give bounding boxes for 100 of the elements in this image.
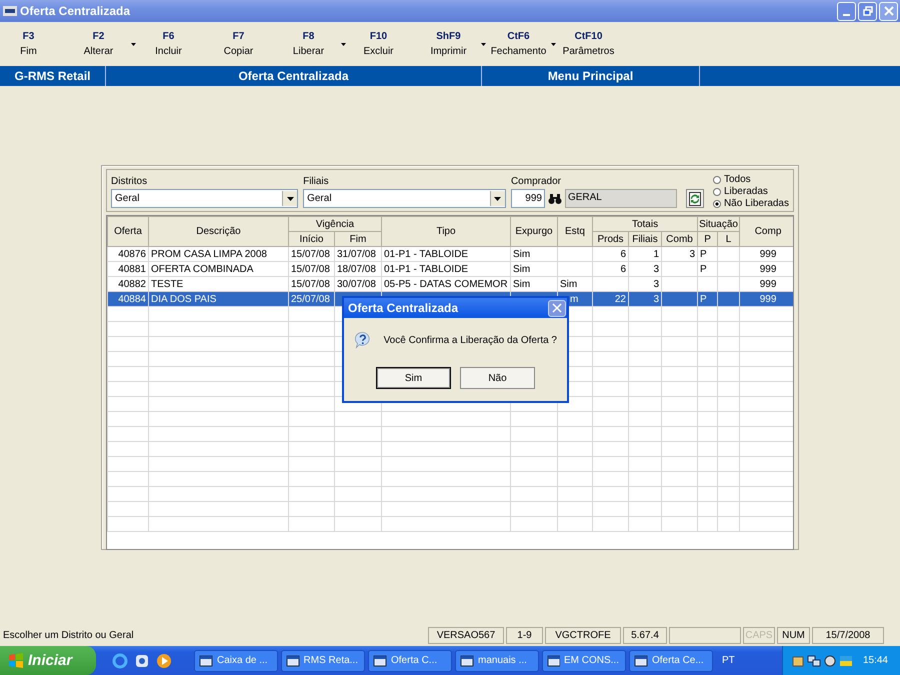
app-logo-icon <box>3 6 17 16</box>
menu-band-item[interactable]: G-RMS Retail <box>0 66 106 86</box>
column-header[interactable]: Filiais <box>628 232 662 246</box>
column-header[interactable]: Tipo <box>382 216 510 246</box>
taskbar-button[interactable]: EM CONS... <box>542 650 626 672</box>
clock: 15:44 <box>862 655 888 666</box>
table-cell: 3 <box>653 278 659 290</box>
taskbar-button[interactable]: Oferta C... <box>368 650 452 672</box>
browser-icon[interactable] <box>112 652 128 668</box>
column-header[interactable]: Comb <box>662 232 698 246</box>
restore-icon <box>862 6 872 16</box>
table-cell: 15/07/08 <box>291 248 330 260</box>
close-icon <box>884 6 894 16</box>
status-panel: VERSAO567 <box>428 627 504 644</box>
column-header[interactable]: Início <box>288 232 334 246</box>
table-cell: 18/07/08 <box>337 264 376 274</box>
refresh-button[interactable] <box>686 189 704 208</box>
toolbar-button[interactable]: F3 Fim <box>0 24 57 64</box>
dropdown-arrow-icon[interactable] <box>131 42 136 46</box>
radio-option[interactable]: Liberadas <box>712 186 789 198</box>
dropdown-arrow-icon[interactable] <box>481 42 486 46</box>
status-panel: VGCTROFE <box>545 627 621 644</box>
menu-band-item[interactable]: Oferta Centralizada <box>106 66 482 86</box>
window-icon <box>634 654 648 666</box>
table-cell: P <box>700 294 707 304</box>
window-icon <box>199 654 213 666</box>
taskbar-button[interactable]: RMS Reta... <box>281 650 365 672</box>
column-header[interactable]: Oferta <box>108 216 148 246</box>
table-cell: 3 <box>653 264 659 274</box>
radio-option[interactable]: Não Liberadas <box>712 198 789 210</box>
close-button[interactable] <box>548 300 566 316</box>
tray-icon[interactable] <box>822 654 837 668</box>
table-cell: 31/07/08 <box>337 248 376 260</box>
column-header[interactable]: Expurgo <box>510 216 558 246</box>
table-cell: 1 <box>653 248 659 260</box>
network-icon[interactable] <box>806 654 821 668</box>
minimize-icon <box>843 14 850 16</box>
refresh-icon <box>688 192 701 206</box>
table-cell: 25/07/08 <box>291 294 330 304</box>
table-cell: 999 <box>760 278 776 290</box>
dropdown-arrow-icon <box>286 196 294 200</box>
dropdown-arrow-icon[interactable] <box>551 42 556 46</box>
toolbar-button[interactable]: CtF10 Parâmetros <box>560 24 617 64</box>
tray-icon[interactable] <box>790 654 805 668</box>
district-dropdown[interactable]: Geral <box>111 189 298 208</box>
taskbar-button[interactable]: Caixa de ... <box>194 650 278 672</box>
dialog-button[interactable]: Sim <box>376 367 451 389</box>
dialog-button[interactable]: Não <box>460 367 535 389</box>
field-label: Filiais <box>303 176 330 187</box>
status-panel: 5.67.4 <box>623 627 667 644</box>
windows-logo-icon <box>8 653 24 668</box>
table-cell: m <box>570 294 578 304</box>
toolbar-button[interactable]: CtF6 Fechamento <box>490 24 547 64</box>
menu-band-item[interactable]: Menu Principal <box>482 66 700 86</box>
column-header[interactable]: Prods <box>592 232 628 246</box>
table-cell: 3 <box>653 294 659 304</box>
table-cell: 22 <box>614 294 626 304</box>
media-player-icon[interactable] <box>156 652 172 668</box>
table-cell: 40884 <box>118 294 146 304</box>
dropdown-arrow-icon[interactable] <box>341 42 346 46</box>
toolbar-button[interactable]: F10 Excluir <box>350 24 407 64</box>
table-cell: 30/07/08 <box>337 278 376 290</box>
table-cell: 3 <box>689 248 696 260</box>
language-indicator[interactable]: PT <box>722 655 750 666</box>
toolbar-button[interactable]: F6 Incluir <box>140 24 197 64</box>
window-icon <box>547 654 560 666</box>
table-cell: 40876 <box>118 248 146 260</box>
column-group-header: Totais <box>592 216 698 232</box>
minimize-button[interactable] <box>837 2 856 20</box>
restore-button[interactable] <box>858 2 877 20</box>
branch-dropdown[interactable]: Geral <box>303 189 506 208</box>
column-group-header: Situação <box>698 216 740 232</box>
radio-option[interactable]: Todos <box>712 174 789 186</box>
toolbar-button[interactable]: F2 Alterar <box>70 24 127 64</box>
toolbar-button[interactable]: F7 Copiar <box>210 24 267 64</box>
status-panel: 15/7/2008 <box>812 627 884 644</box>
close-icon <box>552 303 562 313</box>
table-row[interactable]: 40876 PROM CASA LIMPA 2008 15/07/08 31/07/08 01-P1 - TABLOIDE Sim 6 1 3 P 999 <box>108 246 793 262</box>
table-cell: 999 <box>760 264 776 274</box>
toolbar-button[interactable]: ShF9 Imprimir <box>420 24 477 64</box>
taskbar-button[interactable]: Oferta Ce... <box>629 650 713 672</box>
table-cell: 6 <box>620 264 626 274</box>
binoculars-icon <box>548 192 562 204</box>
column-header[interactable]: Descrição <box>148 216 288 246</box>
toolbar-button[interactable]: F8 Liberar <box>280 24 337 64</box>
table-cell: 999 <box>760 294 776 304</box>
buyer-name-field: GERAL <box>564 189 677 208</box>
table-cell: 40882 <box>118 278 146 290</box>
table-cell: TESTE <box>151 278 184 290</box>
column-header[interactable]: Fim <box>334 232 382 246</box>
status-message: Escolher um Distrito ou Geral <box>2 630 135 641</box>
table-row[interactable]: 40881 OFERTA COMBINADA 15/07/08 18/07/08 01-P1 - TABLOIDE Sim 6 3 P 999 <box>108 262 793 276</box>
column-header[interactable]: Estq <box>558 216 592 246</box>
taskbar-button[interactable]: manuais ... <box>455 650 539 672</box>
window-icon <box>460 654 474 666</box>
column-header[interactable]: Comp <box>740 216 793 246</box>
window-icon <box>286 654 300 666</box>
dialog-message: Você Confirma a Liberação da Oferta ? <box>384 334 557 346</box>
table-cell: 05-P5 - DATAS COMEMOR <box>384 278 508 290</box>
buyer-code-field[interactable]: 999 <box>510 189 545 208</box>
